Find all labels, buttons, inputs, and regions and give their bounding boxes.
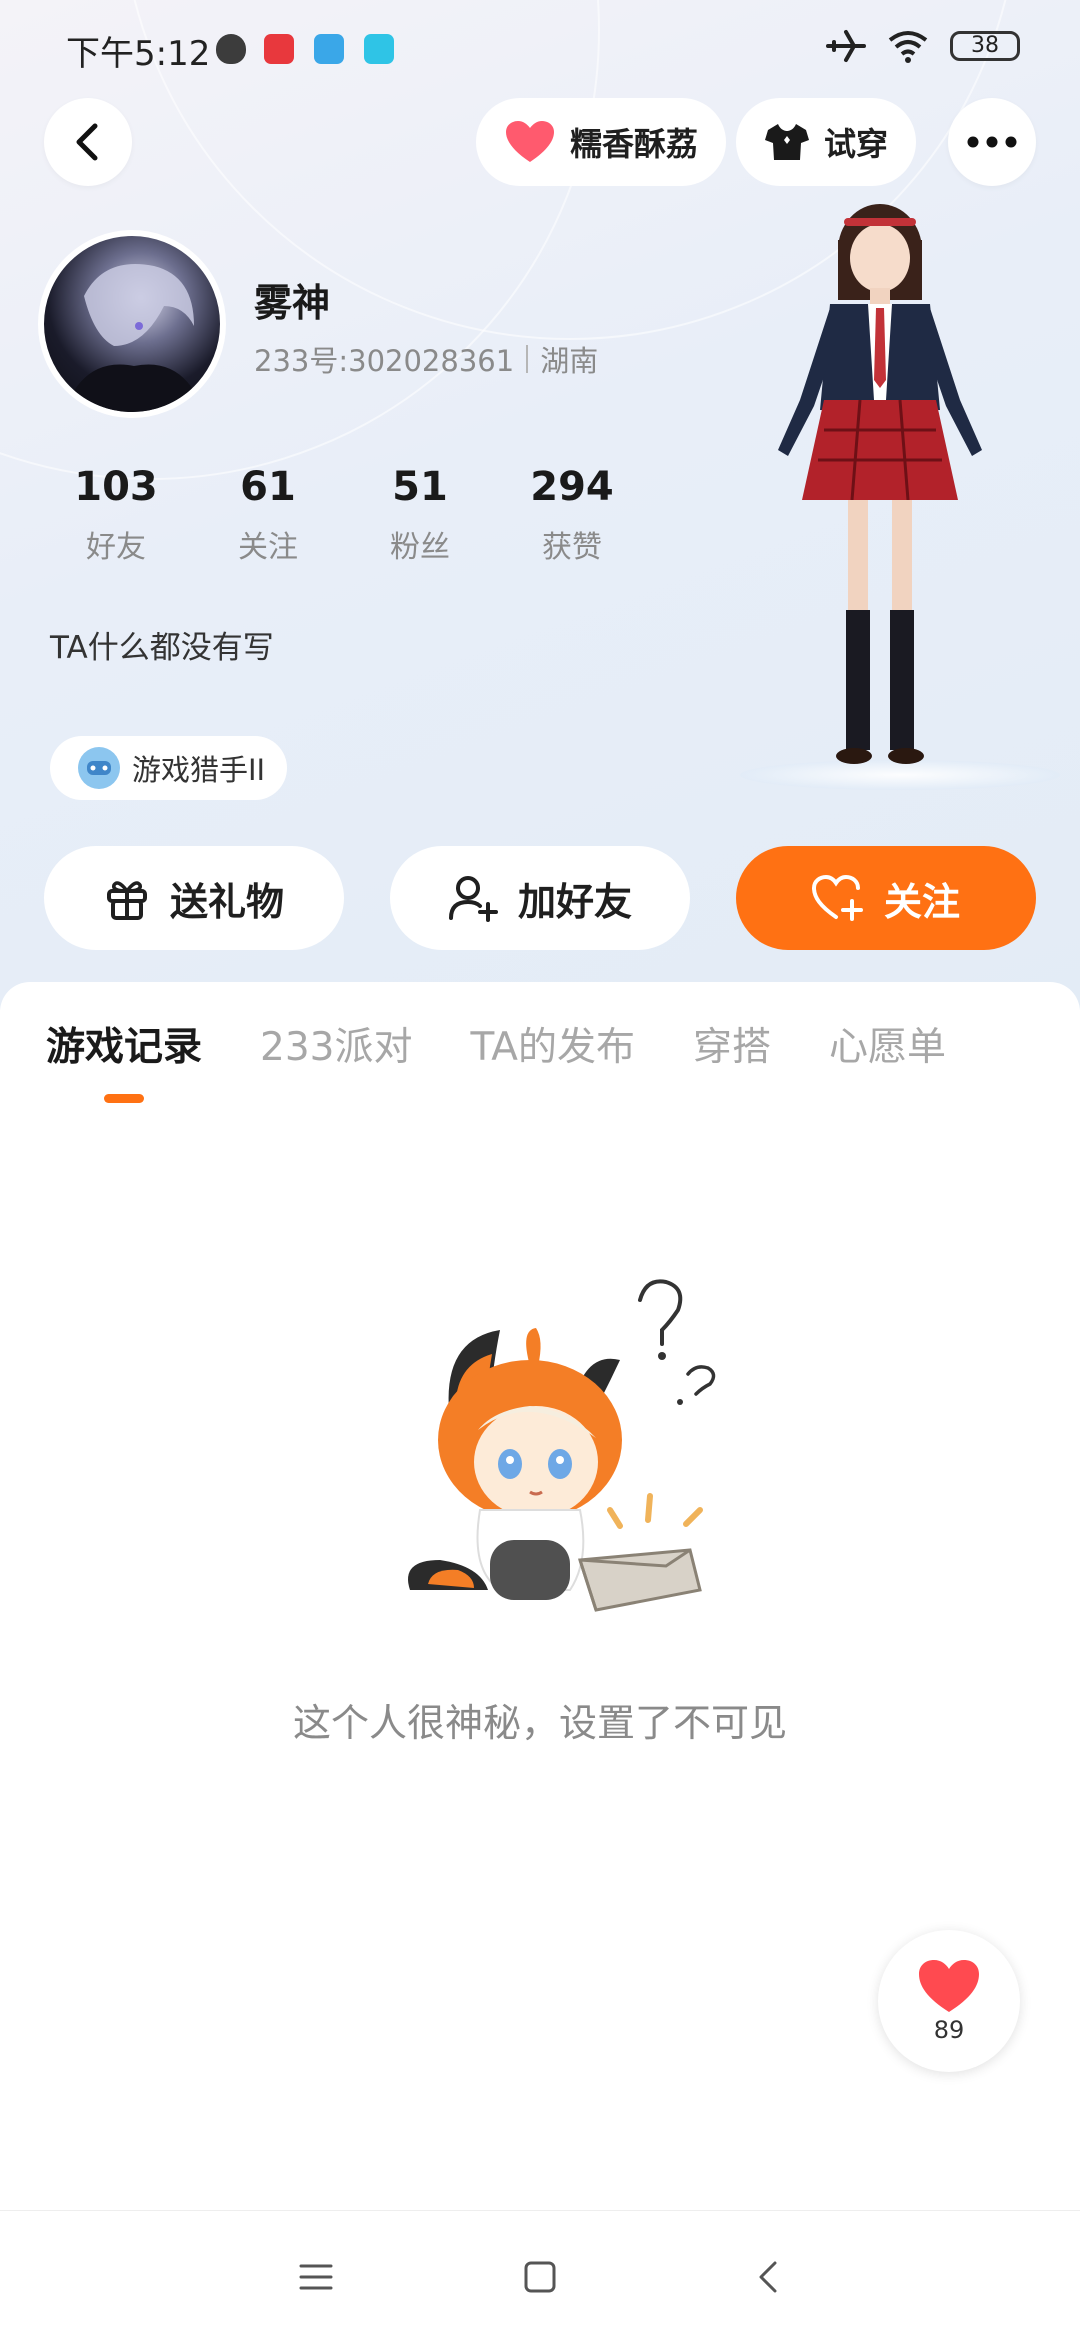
nickname: 雾神 (254, 281, 331, 325)
app-blue-icon (314, 34, 344, 64)
follow-label: 关注 (883, 879, 960, 924)
tab-game-records[interactable]: 游戏记录 (46, 1016, 202, 1072)
home-button[interactable] (518, 2255, 562, 2299)
try-on-button[interactable]: 试穿 (736, 98, 917, 186)
avatar[interactable] (38, 230, 226, 418)
stat-value: 294 (530, 464, 614, 510)
empty-state-illustration (408, 1279, 716, 1612)
heart-plus-icon (811, 875, 863, 921)
heart-icon (506, 121, 554, 162)
app-red-icon (264, 34, 294, 64)
couple-button[interactable]: 糯香酥荔 (476, 98, 727, 186)
divider (526, 345, 529, 373)
stat-likes[interactable]: 294 获赞 (496, 464, 648, 566)
stats-row: 103 好友 61 关注 51 粉丝 294 获赞 (40, 464, 648, 566)
more-button[interactable] (948, 98, 1036, 186)
system-navigation-bar (0, 2210, 1080, 2340)
achievement-badge[interactable]: 游戏猎手II (50, 736, 288, 800)
like-count: 89 (933, 2016, 965, 2044)
try-on-label: 试穿 (824, 125, 889, 163)
active-tab-indicator (104, 1094, 144, 1103)
profile-tabs: 游戏记录 233派对 TA的发布 穿搭 心愿单 (46, 1016, 1004, 1072)
heart-icon (919, 1960, 979, 2012)
back-button[interactable] (44, 98, 132, 186)
battery-icon: 38 (950, 31, 1020, 61)
square-icon (524, 2261, 556, 2293)
bio: TA什么都没有写 (50, 630, 274, 666)
status-time: 下午5:12 (66, 34, 211, 74)
tab-233-party[interactable]: 233派对 (260, 1016, 412, 1072)
menu-icon (299, 2264, 333, 2290)
system-back-button[interactable] (746, 2255, 790, 2299)
tshirt-icon (765, 124, 809, 160)
tab-wishlist[interactable]: 心愿单 (829, 1016, 946, 1072)
couple-label: 糯香酥荔 (570, 125, 699, 163)
like-button[interactable]: 89 (878, 1930, 1020, 2072)
stat-following[interactable]: 61 关注 (192, 464, 344, 566)
avatar-image (64, 264, 204, 412)
stat-value: 51 (392, 464, 448, 510)
recent-apps-button[interactable] (294, 2255, 338, 2299)
stat-label: 获赞 (542, 530, 602, 565)
stat-friends[interactable]: 103 好友 (40, 464, 192, 566)
add-friend-button[interactable]: 加好友 (390, 846, 690, 950)
stat-label: 好友 (86, 530, 146, 565)
3d-avatar-character[interactable] (740, 200, 1020, 780)
more-dots-icon (967, 136, 1017, 148)
add-user-icon (448, 876, 498, 922)
badge-label: 游戏猎手II (132, 753, 266, 787)
stat-label: 粉丝 (390, 530, 450, 565)
stat-fans[interactable]: 51 粉丝 (344, 464, 496, 566)
empty-state-message: 这个人很神秘，设置了不可见 (292, 1701, 787, 1745)
uid-line: 233号:302028361 湖南 (254, 338, 598, 380)
stat-label: 关注 (238, 530, 298, 565)
shield-icon (216, 34, 246, 64)
wifi-icon (888, 31, 928, 63)
follow-button[interactable]: 关注 (736, 846, 1036, 950)
tab-outfits[interactable]: 穿搭 (693, 1016, 771, 1072)
airplane-icon (826, 30, 866, 62)
status-right-group: 38 (826, 28, 1020, 64)
send-gift-button[interactable]: 送礼物 (44, 846, 344, 950)
stat-value: 103 (74, 464, 158, 510)
gift-icon (106, 881, 147, 920)
badge-icon (78, 747, 120, 789)
stat-value: 61 (240, 464, 296, 510)
add-friend-label: 加好友 (517, 879, 632, 924)
send-gift-label: 送礼物 (169, 879, 284, 924)
user-id: 233号:302028361 (254, 344, 515, 378)
status-bar: 下午5:12 38 (0, 0, 1080, 100)
tab-posts[interactable]: TA的发布 (470, 1016, 634, 1072)
chevron-left-icon (759, 2261, 777, 2293)
location: 湖南 (540, 344, 599, 378)
chevron-left-icon (76, 123, 98, 161)
app-cyan-icon (364, 34, 394, 64)
